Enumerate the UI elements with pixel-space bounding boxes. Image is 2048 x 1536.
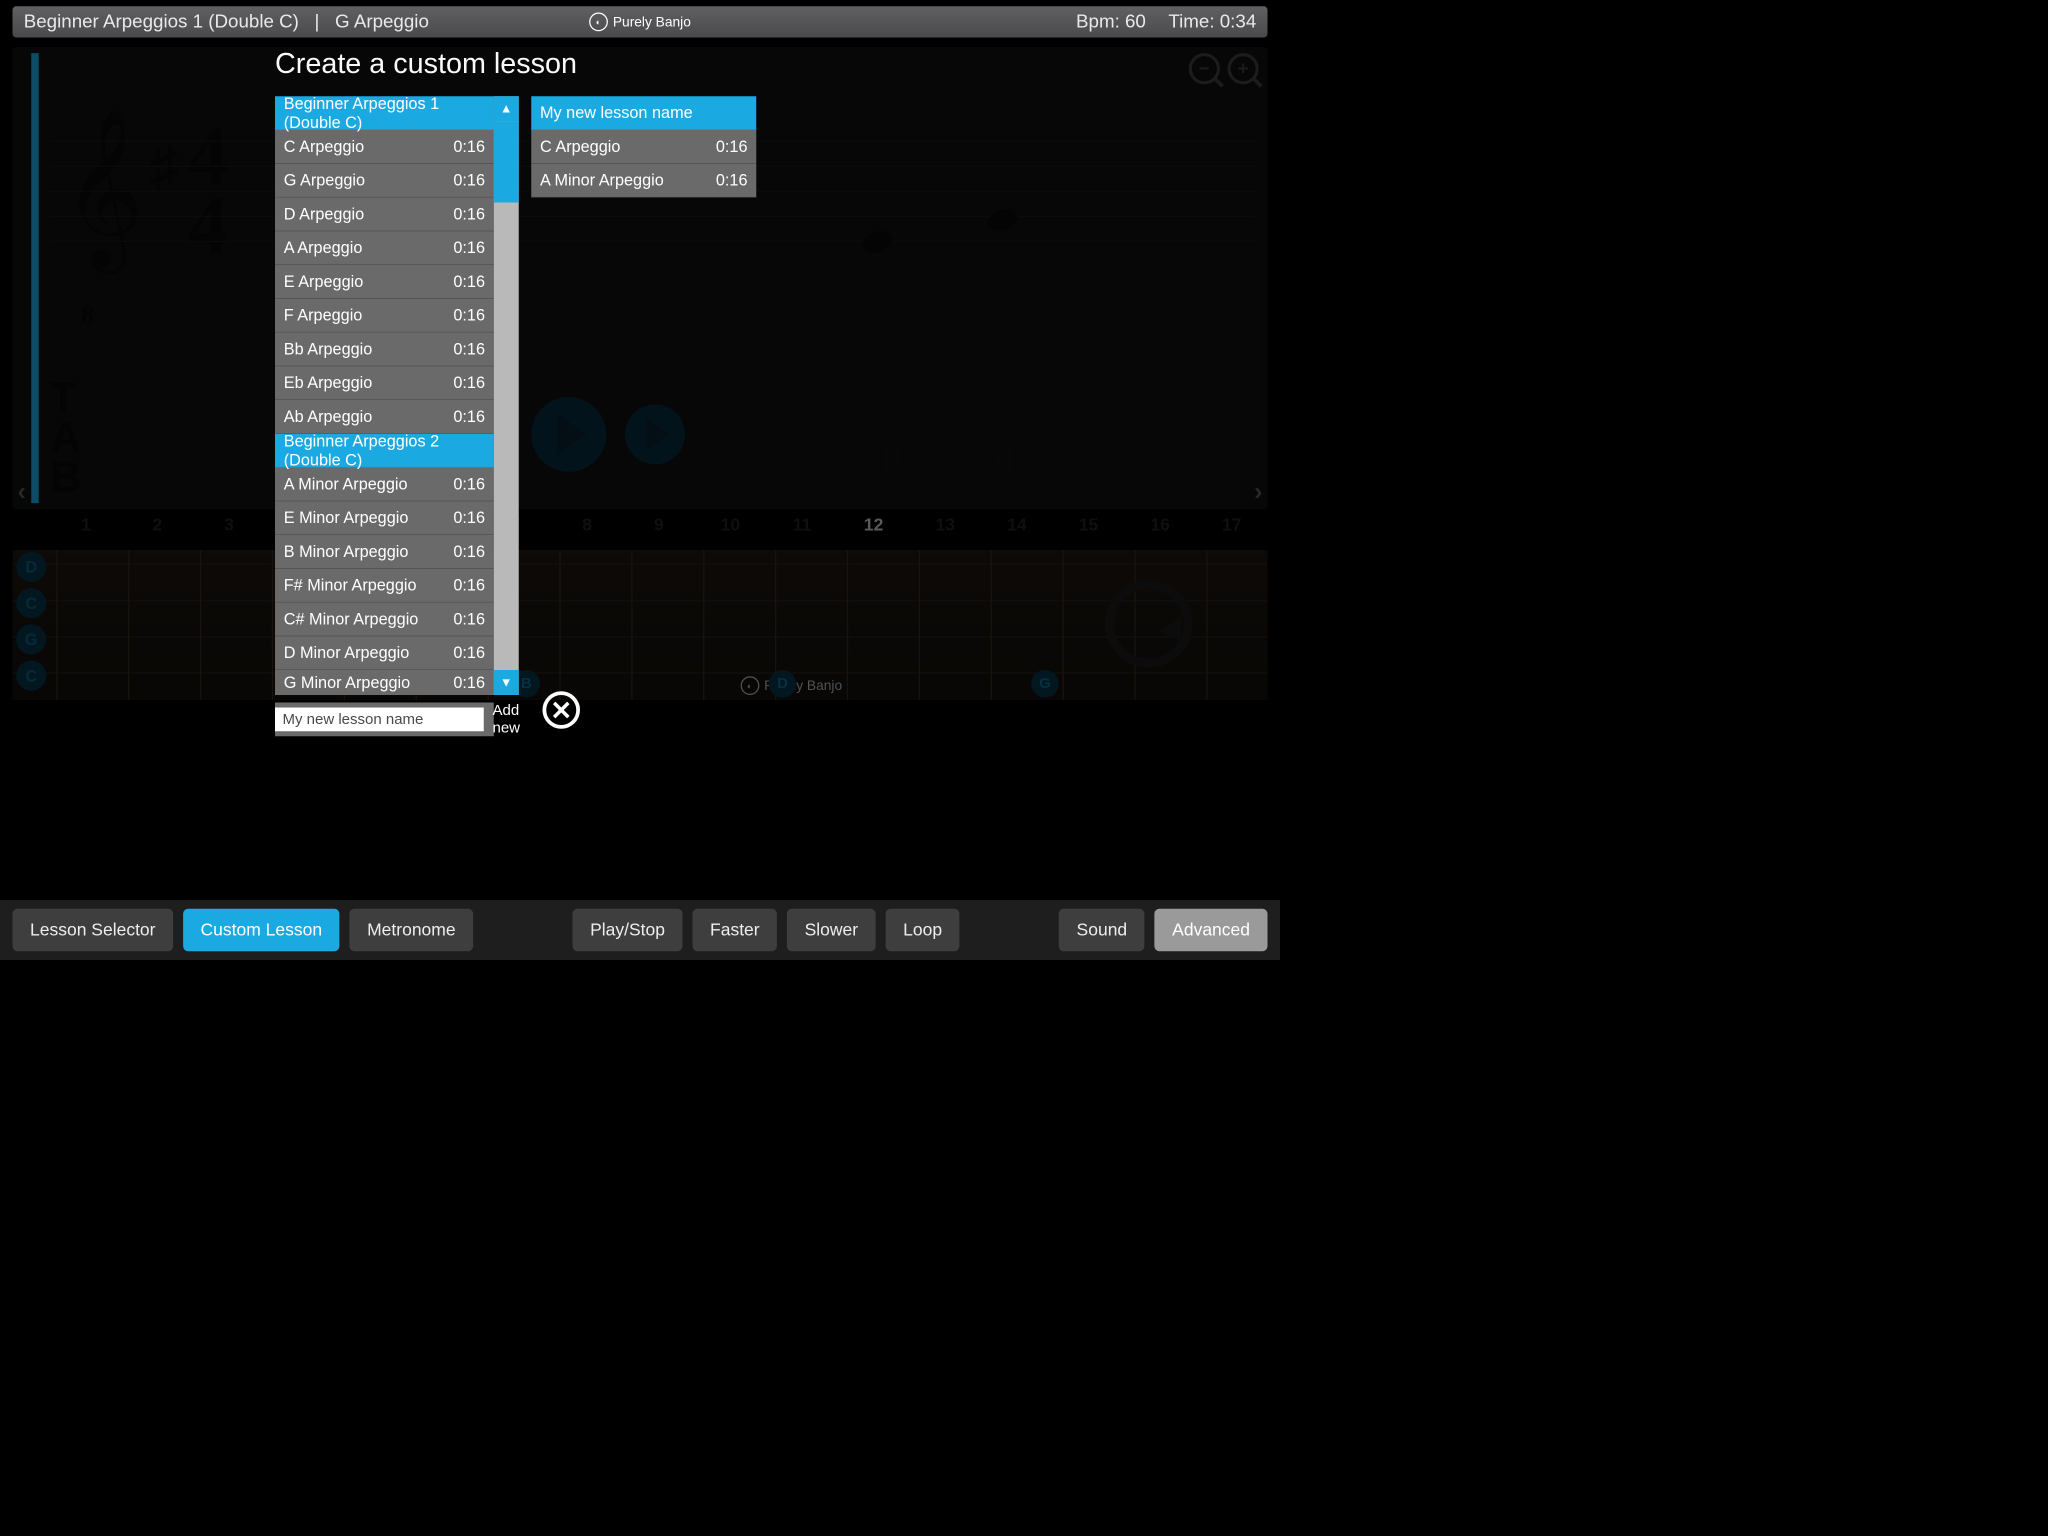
add-lesson-bar: Add new — [275, 703, 494, 737]
custom-lesson-button[interactable]: Custom Lesson — [183, 909, 340, 952]
source-lesson-item[interactable]: Bb Arpeggio 0:16 — [275, 333, 494, 367]
brand-logo: ◐ Purely Banjo — [589, 13, 691, 32]
item-duration: 0:16 — [453, 508, 485, 527]
item-name: F# Minor Arpeggio — [284, 576, 417, 595]
item-name: B Minor Arpeggio — [284, 542, 409, 561]
source-lesson-item[interactable]: B Minor Arpeggio 0:16 — [275, 535, 494, 569]
close-modal-button[interactable] — [543, 691, 581, 729]
brand-icon: ◐ — [589, 13, 608, 32]
source-lesson-item[interactable]: E Minor Arpeggio 0:16 — [275, 501, 494, 535]
source-lesson-list: Beginner Arpeggios 1 (Double C)C Arpeggi… — [275, 96, 494, 695]
source-lesson-item[interactable]: Eb Arpeggio 0:16 — [275, 366, 494, 400]
source-lesson-item[interactable]: G Arpeggio 0:16 — [275, 164, 494, 198]
dest-lesson-item[interactable]: C Arpeggio 0:16 — [531, 130, 756, 164]
item-name: C# Minor Arpeggio — [284, 609, 419, 628]
source-lesson-item[interactable]: D Arpeggio 0:16 — [275, 198, 494, 232]
section-title: Beginner Arpeggios 1 (Double C) — [284, 93, 485, 132]
item-duration: 0:16 — [453, 673, 485, 692]
add-new-button[interactable]: Add new — [493, 702, 521, 737]
item-name: A Minor Arpeggio — [540, 171, 664, 190]
title-separator: | — [315, 11, 320, 32]
loop-button[interactable]: Loop — [886, 909, 960, 952]
item-name: A Arpeggio — [284, 238, 363, 257]
lesson-name: G Arpeggio — [335, 11, 429, 32]
item-name: C Arpeggio — [540, 137, 620, 156]
item-name: F Arpeggio — [284, 306, 363, 325]
play-stop-button[interactable]: Play/Stop — [573, 909, 683, 952]
item-duration: 0:16 — [453, 373, 485, 392]
destination-lesson-list: My new lesson nameC Arpeggio0:16A Minor … — [531, 96, 756, 695]
source-section-header[interactable]: Beginner Arpeggios 2 (Double C) — [275, 434, 494, 468]
dest-title: My new lesson name — [540, 103, 693, 122]
item-name: D Minor Arpeggio — [284, 643, 410, 662]
item-name: C Arpeggio — [284, 137, 364, 156]
source-lesson-item[interactable]: G Minor Arpeggio 0:16 — [275, 670, 494, 695]
item-duration: 0:16 — [453, 272, 485, 291]
sound-button[interactable]: Sound — [1059, 909, 1145, 952]
item-duration: 0:16 — [453, 137, 485, 156]
item-name: D Arpeggio — [284, 204, 364, 223]
source-lesson-item[interactable]: D Minor Arpeggio 0:16 — [275, 636, 494, 670]
source-lesson-item[interactable]: F Arpeggio 0:16 — [275, 299, 494, 333]
item-name: G Minor Arpeggio — [284, 673, 410, 692]
item-duration: 0:16 — [453, 204, 485, 223]
advanced-button[interactable]: Advanced — [1155, 909, 1268, 952]
source-lesson-item[interactable]: Ab Arpeggio 0:16 — [275, 400, 494, 434]
lesson-selector-button[interactable]: Lesson Selector — [13, 909, 173, 952]
scroll-track[interactable] — [494, 121, 519, 670]
item-duration: 0:16 — [453, 407, 485, 426]
faster-button[interactable]: Faster — [693, 909, 778, 952]
item-name: E Arpeggio — [284, 272, 364, 291]
item-duration: 0:16 — [453, 576, 485, 595]
time-value: 0:34 — [1220, 11, 1256, 32]
item-duration: 0:16 — [453, 238, 485, 257]
item-name: G Arpeggio — [284, 171, 365, 190]
source-lesson-item[interactable]: F# Minor Arpeggio 0:16 — [275, 569, 494, 603]
slower-button[interactable]: Slower — [787, 909, 875, 952]
source-lesson-item[interactable]: A Arpeggio 0:16 — [275, 231, 494, 265]
item-name: Ab Arpeggio — [284, 407, 373, 426]
item-duration: 0:16 — [453, 609, 485, 628]
scroll-thumb[interactable] — [494, 121, 519, 202]
lesson-group: Beginner Arpeggios 1 (Double C) — [24, 11, 299, 32]
brand-text: Purely Banjo — [613, 14, 691, 30]
item-duration: 0:16 — [453, 339, 485, 358]
item-duration: 0:16 — [716, 137, 748, 156]
item-name: A Minor Arpeggio — [284, 474, 408, 493]
scrollbar[interactable]: ▲ ▼ — [494, 96, 519, 695]
top-bar: Beginner Arpeggios 1 (Double C) | G Arpe… — [13, 6, 1268, 37]
bottom-toolbar: Lesson Selector Custom Lesson Metronome … — [0, 900, 1280, 960]
item-duration: 0:16 — [453, 171, 485, 190]
time-label: Time: — [1168, 11, 1214, 32]
lesson-name-input[interactable] — [275, 708, 484, 732]
modal-title: Create a custom lesson — [275, 46, 775, 80]
item-name: Bb Arpeggio — [284, 339, 373, 358]
scroll-down-icon[interactable]: ▼ — [494, 670, 519, 695]
source-lesson-item[interactable]: C# Minor Arpeggio 0:16 — [275, 603, 494, 637]
custom-lesson-modal: Create a custom lesson Beginner Arpeggio… — [275, 46, 775, 736]
item-name: E Minor Arpeggio — [284, 508, 409, 527]
source-section-header[interactable]: Beginner Arpeggios 1 (Double C) — [275, 96, 494, 130]
scroll-up-icon[interactable]: ▲ — [494, 96, 519, 121]
item-duration: 0:16 — [453, 306, 485, 325]
source-lesson-item[interactable]: E Arpeggio 0:16 — [275, 265, 494, 299]
section-title: Beginner Arpeggios 2 (Double C) — [284, 431, 485, 470]
item-duration: 0:16 — [453, 643, 485, 662]
source-lesson-item[interactable]: A Minor Arpeggio 0:16 — [275, 468, 494, 502]
item-duration: 0:16 — [716, 171, 748, 190]
bpm-value: 60 — [1125, 11, 1146, 32]
dest-lesson-item[interactable]: A Minor Arpeggio 0:16 — [531, 164, 756, 198]
metronome-button[interactable]: Metronome — [350, 909, 474, 952]
item-duration: 0:16 — [453, 474, 485, 493]
item-name: Eb Arpeggio — [284, 373, 373, 392]
dest-section-header[interactable]: My new lesson name — [531, 96, 756, 130]
source-lesson-item[interactable]: C Arpeggio 0:16 — [275, 130, 494, 164]
item-duration: 0:16 — [453, 542, 485, 561]
bpm-label: Bpm: — [1076, 11, 1120, 32]
